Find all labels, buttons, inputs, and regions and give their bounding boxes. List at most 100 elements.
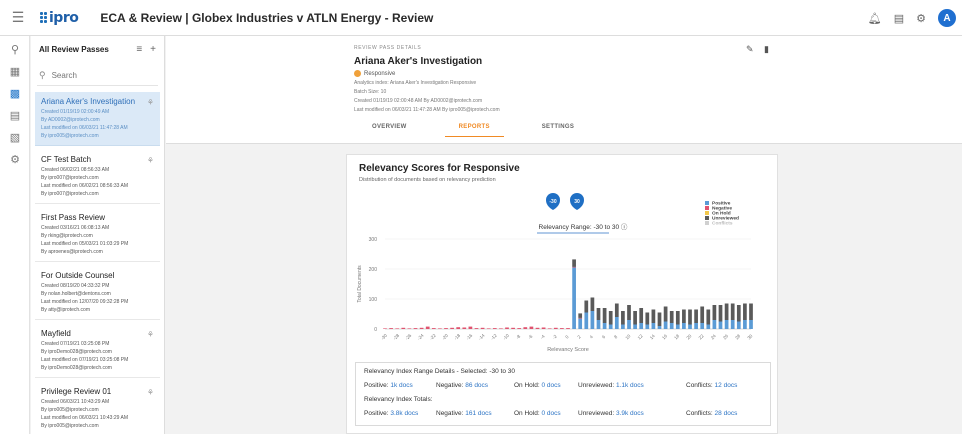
pass-item[interactable]: Privilege Review 01 Created 06/03/21 10:4…: [35, 382, 160, 434]
bar-positive[interactable]: [682, 323, 686, 329]
edit-icon[interactable]: ✎: [746, 44, 754, 55]
bar-positive[interactable]: [608, 324, 613, 330]
bar-negative[interactable]: [444, 328, 448, 329]
bar-unreviewed[interactable]: [694, 309, 698, 324]
pin-icon[interactable]: ⚘: [147, 388, 154, 397]
bar-negative[interactable]: [517, 328, 522, 329]
bar-negative[interactable]: [553, 327, 558, 329]
bar-positive[interactable]: [694, 323, 698, 329]
screen-icon[interactable]: ▤: [0, 104, 30, 126]
bar-positive[interactable]: [688, 324, 692, 330]
bar-unreviewed[interactable]: [736, 305, 741, 322]
bar-negative[interactable]: [468, 326, 473, 329]
add-icon[interactable]: +: [150, 44, 156, 55]
bar-positive[interactable]: [743, 320, 747, 329]
bar-positive[interactable]: [712, 320, 717, 329]
bar-negative[interactable]: [578, 317, 583, 319]
bar-unreviewed[interactable]: [621, 311, 625, 325]
bar-positive[interactable]: [627, 320, 631, 329]
summary-value-link[interactable]: 3.8k docs: [390, 410, 418, 417]
bar-negative[interactable]: [395, 328, 400, 329]
bar-negative[interactable]: [560, 328, 564, 329]
bar-positive[interactable]: [639, 323, 644, 329]
bar-negative[interactable]: [419, 327, 424, 329]
sort-icon[interactable]: ≡: [136, 44, 142, 55]
bar-unreviewed[interactable]: [663, 306, 668, 322]
search-input[interactable]: [51, 71, 142, 80]
pass-item[interactable]: First Pass Review Created 03/16/21 06:08:…: [35, 208, 160, 262]
bar-unreviewed[interactable]: [602, 308, 607, 323]
bar-negative[interactable]: [425, 326, 430, 329]
gear-icon[interactable]: ⚙: [0, 148, 30, 170]
notes-icon[interactable]: ▤: [894, 12, 904, 25]
bar-positive[interactable]: [614, 317, 619, 329]
bar-unreviewed[interactable]: [669, 311, 674, 323]
bar-positive[interactable]: [706, 324, 711, 330]
pass-item[interactable]: Mayfield Created 07/19/21 03:25:08 PM By i…: [35, 324, 160, 378]
bar-positive[interactable]: [578, 318, 583, 330]
bar-positive[interactable]: [596, 320, 601, 329]
bar-negative[interactable]: [535, 327, 540, 329]
bar-unreviewed[interactable]: [706, 309, 711, 325]
avatar[interactable]: A: [938, 9, 956, 27]
menu-icon[interactable]: ☰: [0, 0, 36, 36]
bar-negative[interactable]: [450, 327, 454, 329]
summary-value-link[interactable]: 161 docs: [465, 410, 491, 417]
trash-icon[interactable]: ▮: [764, 44, 769, 55]
search-icon[interactable]: ⚲: [0, 38, 30, 60]
bar-positive[interactable]: [718, 321, 723, 330]
bar-negative[interactable]: [474, 328, 479, 329]
bell-icon[interactable]: 🔔︎: [868, 12, 882, 25]
bar-unreviewed[interactable]: [688, 309, 692, 325]
tab-settings[interactable]: SETTINGS: [542, 124, 574, 137]
bar-negative[interactable]: [566, 328, 570, 329]
bar-unreviewed[interactable]: [596, 308, 601, 320]
bar-unreviewed[interactable]: [712, 305, 717, 320]
bar-positive[interactable]: [724, 320, 729, 329]
bar-negative[interactable]: [401, 327, 406, 329]
bar-negative[interactable]: [462, 327, 467, 330]
bar-unreviewed[interactable]: [700, 306, 705, 324]
bar-unreviewed[interactable]: [675, 311, 680, 325]
bar-unreviewed[interactable]: [584, 300, 589, 313]
bar-negative[interactable]: [572, 266, 576, 268]
bar-positive[interactable]: [700, 323, 705, 329]
tab-reports[interactable]: REPORTS: [444, 124, 504, 137]
bar-positive[interactable]: [645, 324, 650, 330]
pin-icon[interactable]: ⚘: [147, 156, 154, 165]
bar-negative[interactable]: [547, 328, 552, 329]
bar-unreviewed[interactable]: [639, 308, 644, 323]
bar-unreviewed[interactable]: [572, 259, 576, 267]
bar-negative[interactable]: [523, 327, 528, 329]
pass-item[interactable]: CF Test Batch Created 06/02/21 08:56:33 A…: [35, 150, 160, 204]
document-icon[interactable]: ▦: [0, 60, 30, 82]
bar-unreviewed[interactable]: [743, 303, 747, 321]
bar-positive[interactable]: [584, 312, 589, 330]
bar-negative[interactable]: [413, 328, 418, 329]
bar-positive[interactable]: [621, 324, 625, 330]
bar-negative[interactable]: [511, 327, 515, 329]
bar-negative[interactable]: [505, 327, 509, 330]
bar-unreviewed[interactable]: [724, 303, 729, 321]
bar-negative[interactable]: [407, 328, 412, 329]
bar-negative[interactable]: [431, 328, 436, 329]
bar-positive[interactable]: [651, 323, 656, 329]
summary-value-link[interactable]: 12 docs: [715, 382, 738, 389]
tab-overview[interactable]: OVERVIEW: [372, 124, 407, 137]
ipro-logo[interactable]: ipro: [40, 10, 79, 26]
summary-value-link[interactable]: 86 docs: [465, 382, 488, 389]
bar-unreviewed[interactable]: [730, 303, 735, 321]
bar-positive[interactable]: [590, 311, 595, 329]
bar-positive[interactable]: [749, 320, 753, 329]
summary-value-link[interactable]: 28 docs: [715, 410, 738, 417]
pass-item[interactable]: For Outside Counsel Created 08/19/20 04:3…: [35, 266, 160, 320]
bar-positive[interactable]: [657, 326, 662, 329]
pin-icon[interactable]: ⚘: [147, 330, 154, 339]
bar-positive[interactable]: [669, 323, 674, 329]
bar-positive[interactable]: [736, 321, 741, 330]
summary-value-link[interactable]: 0 docs: [541, 410, 560, 417]
bar-negative[interactable]: [389, 328, 393, 329]
bar-unreviewed[interactable]: [645, 312, 650, 325]
summary-value-link[interactable]: 3.9k docs: [616, 410, 644, 417]
bar-unreviewed[interactable]: [651, 309, 656, 324]
